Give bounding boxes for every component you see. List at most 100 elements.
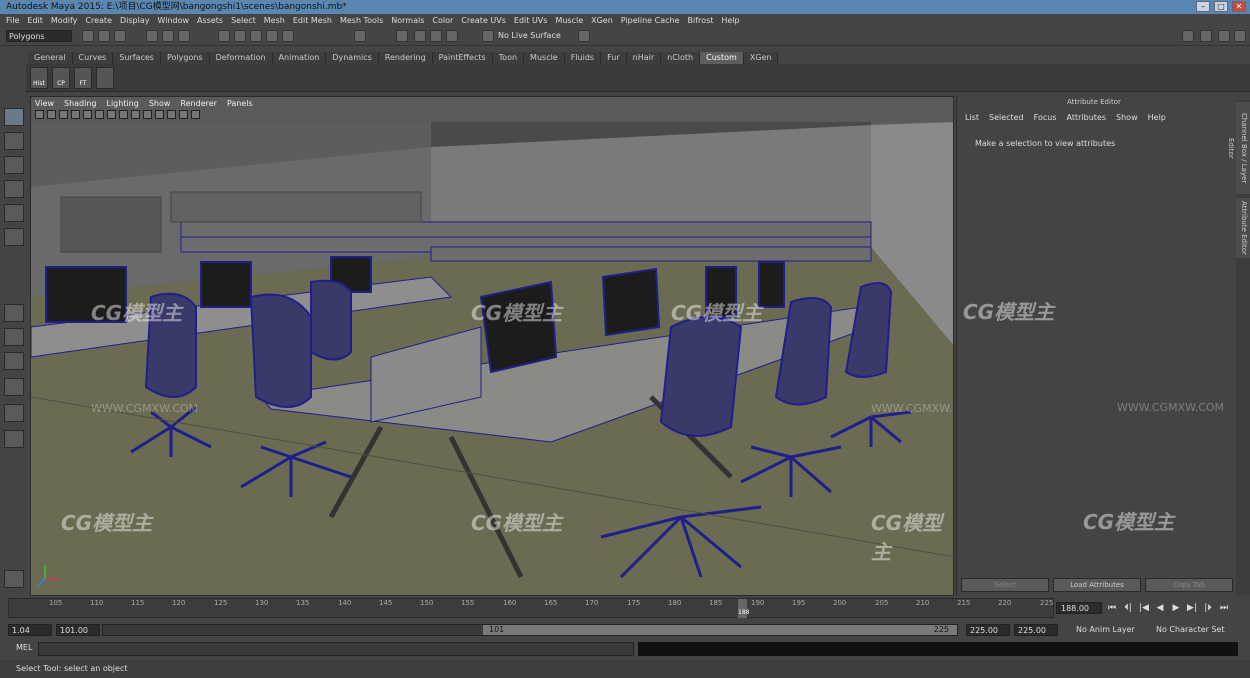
- xray-icon[interactable]: [179, 110, 188, 119]
- shelf-tab-custom[interactable]: Custom: [700, 52, 744, 64]
- menu-muscle[interactable]: Muscle: [555, 14, 583, 28]
- playback-start-field[interactable]: 101.00: [56, 624, 100, 636]
- attr-menu-list[interactable]: List: [965, 113, 979, 122]
- range-slider-handle[interactable]: 101 225: [483, 625, 957, 635]
- play-backward-button[interactable]: ◀: [1154, 602, 1166, 614]
- menu-window[interactable]: Window: [158, 14, 190, 28]
- snap-surface-icon[interactable]: [282, 30, 294, 42]
- channel-box-toggle-icon[interactable]: [1234, 30, 1246, 42]
- attribute-editor-toggle-icon[interactable]: [1200, 30, 1212, 42]
- attr-menu-show[interactable]: Show: [1116, 113, 1138, 122]
- shelf-tab-painteffects[interactable]: PaintEffects: [432, 52, 493, 64]
- menu-display[interactable]: Display: [120, 14, 150, 28]
- grid-icon[interactable]: [83, 110, 92, 119]
- wireframe-icon[interactable]: [119, 110, 128, 119]
- shelf-tab-rendering[interactable]: Rendering: [378, 52, 433, 64]
- attr-menu-help[interactable]: Help: [1148, 113, 1166, 122]
- attr-menu-selected[interactable]: Selected: [989, 113, 1024, 122]
- delete-history-button[interactable]: Hist: [30, 67, 48, 89]
- shelf-tab-muscle[interactable]: Muscle: [524, 52, 565, 64]
- select-component-icon[interactable]: [178, 30, 190, 42]
- menu-xgen[interactable]: XGen: [591, 14, 613, 28]
- viewport-menu-show[interactable]: Show: [149, 99, 171, 108]
- resolution-gate-icon[interactable]: [107, 110, 116, 119]
- step-forward-frame-button[interactable]: ▶|: [1186, 602, 1198, 614]
- shelf-tab-xgen[interactable]: XGen: [743, 52, 779, 64]
- character-set-dropdown[interactable]: No Character Set: [1156, 625, 1225, 634]
- input-field-icon[interactable]: [578, 30, 590, 42]
- end-time-field[interactable]: 225.00: [1014, 624, 1058, 636]
- mel-command-input[interactable]: [38, 642, 634, 656]
- menu-color[interactable]: Color: [432, 14, 453, 28]
- move-tool-icon[interactable]: [4, 180, 24, 198]
- step-back-key-button[interactable]: ⏴|: [1122, 602, 1134, 614]
- shelf-tab-dynamics[interactable]: Dynamics: [326, 52, 379, 64]
- menu-edit-uvs[interactable]: Edit UVs: [514, 14, 548, 28]
- menu-mesh[interactable]: Mesh: [264, 14, 285, 28]
- scale-tool-icon[interactable]: [4, 228, 24, 246]
- menu-create[interactable]: Create: [85, 14, 112, 28]
- menu-edit[interactable]: Edit: [27, 14, 43, 28]
- go-to-start-button[interactable]: ⏮: [1106, 602, 1118, 614]
- snap-grid-icon[interactable]: [218, 30, 230, 42]
- camera-select-icon[interactable]: [35, 110, 44, 119]
- isolate-select-icon[interactable]: [191, 110, 200, 119]
- render-settings-icon[interactable]: [446, 30, 458, 42]
- save-scene-icon[interactable]: [114, 30, 126, 42]
- menu-set-select[interactable]: Polygons: [6, 30, 72, 42]
- smooth-shade-icon[interactable]: [131, 110, 140, 119]
- shelf-tab-ncloth[interactable]: nCloth: [661, 52, 701, 64]
- shelf-tab-toon[interactable]: Toon: [492, 52, 525, 64]
- viewport-menu-lighting[interactable]: Lighting: [106, 99, 138, 108]
- image-plane-icon[interactable]: [71, 110, 80, 119]
- shelf-tab-surfaces[interactable]: Surfaces: [113, 52, 161, 64]
- perspective-viewport[interactable]: View Shading Lighting Show Renderer Pane…: [30, 96, 954, 596]
- menu-assets[interactable]: Assets: [197, 14, 223, 28]
- start-time-field[interactable]: 1.04: [8, 624, 52, 636]
- hypershade-layout-icon[interactable]: [4, 404, 24, 422]
- single-perspective-layout-icon[interactable]: [4, 304, 24, 322]
- snap-point-icon[interactable]: [250, 30, 262, 42]
- magnet-icon[interactable]: [482, 30, 494, 42]
- viewport-menu-panels[interactable]: Panels: [227, 99, 253, 108]
- lights-icon[interactable]: [155, 110, 164, 119]
- go-to-end-button[interactable]: ⏭: [1218, 602, 1230, 614]
- attribute-editor-tab[interactable]: Attribute Editor: [1236, 198, 1250, 258]
- shadows-icon[interactable]: [167, 110, 176, 119]
- anim-layer-dropdown[interactable]: No Anim Layer: [1076, 625, 1135, 634]
- persp-graph-layout-icon[interactable]: [4, 378, 24, 396]
- copy-tab-button[interactable]: Copy Tab: [1145, 578, 1233, 592]
- select-button[interactable]: Select: [961, 578, 1049, 592]
- shelf-tab-curves[interactable]: Curves: [72, 52, 114, 64]
- range-slider[interactable]: 101 225: [102, 624, 958, 636]
- paint-select-tool-icon[interactable]: [4, 156, 24, 174]
- step-forward-key-button[interactable]: |⏵: [1202, 602, 1214, 614]
- shelf-tab-nhair[interactable]: nHair: [626, 52, 662, 64]
- load-attributes-button[interactable]: Load Attributes: [1053, 578, 1141, 592]
- rotate-tool-icon[interactable]: [4, 204, 24, 222]
- tool-settings-toggle-icon[interactable]: [1218, 30, 1230, 42]
- menu-select[interactable]: Select: [231, 14, 256, 28]
- close-button[interactable]: ✕: [1232, 1, 1246, 12]
- camera-attributes-icon[interactable]: [47, 110, 56, 119]
- render-frame-icon[interactable]: [414, 30, 426, 42]
- snap-curve-icon[interactable]: [234, 30, 246, 42]
- minimize-button[interactable]: –: [1196, 1, 1210, 12]
- attr-menu-focus[interactable]: Focus: [1034, 113, 1057, 122]
- lasso-tool-icon[interactable]: [4, 132, 24, 150]
- shelf-tab-fur[interactable]: Fur: [601, 52, 627, 64]
- menu-help[interactable]: Help: [721, 14, 739, 28]
- select-hierarchy-icon[interactable]: [146, 30, 158, 42]
- menu-edit-mesh[interactable]: Edit Mesh: [293, 14, 332, 28]
- lock-icon[interactable]: [354, 30, 366, 42]
- four-view-layout-icon[interactable]: [4, 328, 24, 346]
- sidebar-toggle-icon[interactable]: [1182, 30, 1194, 42]
- shelf-tab-general[interactable]: General: [28, 52, 73, 64]
- new-scene-icon[interactable]: [82, 30, 94, 42]
- menu-pipeline-cache[interactable]: Pipeline Cache: [621, 14, 680, 28]
- current-time-marker[interactable]: 188: [738, 599, 749, 618]
- select-object-icon[interactable]: [162, 30, 174, 42]
- shelf-tab-animation[interactable]: Animation: [272, 52, 327, 64]
- play-forward-button[interactable]: ▶: [1170, 602, 1182, 614]
- menu-mesh-tools[interactable]: Mesh Tools: [340, 14, 383, 28]
